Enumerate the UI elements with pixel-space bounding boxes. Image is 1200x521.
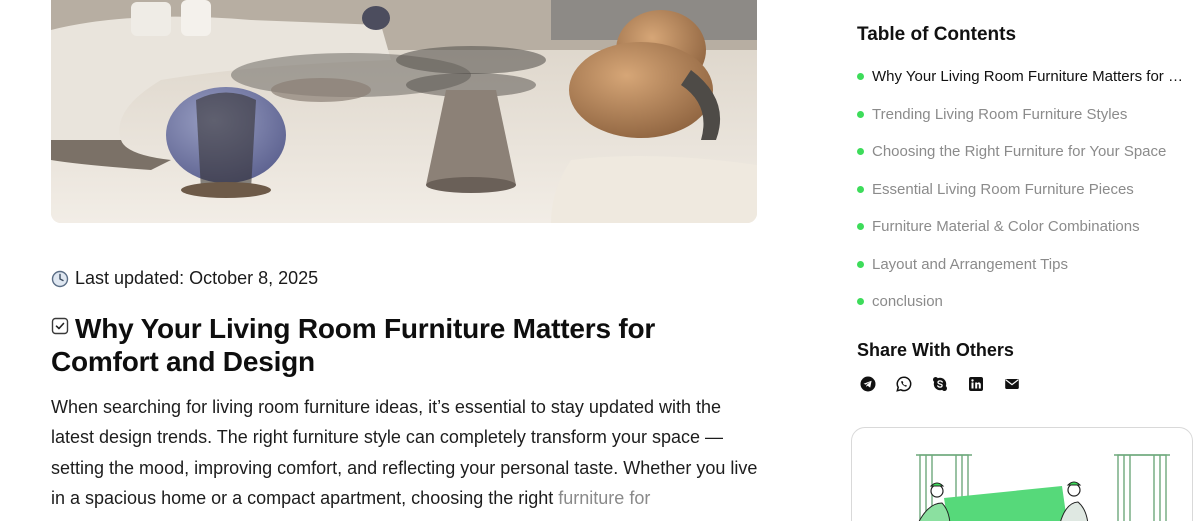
toc-item-label: conclusion [872,293,943,311]
furniture-delivery-illustration [916,454,1170,521]
article-paragraph: When searching for living room furniture… [51,392,763,513]
clock-icon [51,270,69,288]
article-heading-text: Why Your Living Room Furniture Matters f… [51,313,656,377]
toc-item-trending-styles[interactable]: Trending Living Room Furniture Styles [857,96,1184,134]
promo-card[interactable] [851,427,1193,521]
toc-item-label: Essential Living Room Furniture Pieces [872,180,1134,198]
toc-item-label: Why Your Living Room Furniture Matters f… [872,68,1184,86]
table-of-contents: Why Your Living Room Furniture Matters f… [857,58,1184,321]
whatsapp-icon [896,376,912,392]
toc-title: Table of Contents [857,24,1017,45]
toc-item-label: Layout and Arrangement Tips [872,255,1068,273]
toc-item-why-furniture-matters[interactable]: Why Your Living Room Furniture Matters f… [857,58,1184,96]
toc-item-label: Choosing the Right Furniture for Your Sp… [872,143,1167,161]
toc-item-label: Furniture Material & Color Combinations [872,218,1140,236]
toc-bullet-dot [857,73,864,81]
linkedin-icon [969,377,983,391]
share-buttons [860,376,1020,392]
share-linkedin-button[interactable] [968,376,984,392]
toc-item-label: Trending Living Room Furniture Styles [872,105,1128,123]
toc-bullet-dot [857,185,864,193]
toc-bullet-dot [857,298,864,306]
toc-bullet-dot [857,223,864,231]
toc-bullet-dot [857,148,864,156]
email-icon [1005,379,1019,389]
share-title: Share With Others [857,340,1014,360]
last-updated: Last updated: October 8, 2025 [51,268,318,289]
share-email-button[interactable] [1004,376,1020,392]
toc-item-essential-pieces[interactable]: Essential Living Room Furniture Pieces [857,171,1184,209]
checkbox-icon [51,309,69,335]
toc-item-layout-tips[interactable]: Layout and Arrangement Tips [857,246,1184,284]
last-updated-text: Last updated: October 8, 2025 [75,268,319,288]
toc-bullet-dot [857,110,864,118]
toc-item-material-color[interactable]: Furniture Material & Color Combinations [857,208,1184,246]
toc-item-conclusion[interactable]: conclusion [857,283,1184,321]
furniture-link[interactable]: furniture for [558,488,650,508]
skype-icon [933,377,947,391]
paragraph-text: When searching for living room furniture… [51,397,758,508]
toc-item-choosing-furniture[interactable]: Choosing the Right Furniture for Your Sp… [857,133,1184,171]
share-telegram-button[interactable] [860,376,876,392]
share-whatsapp-button[interactable] [896,376,912,392]
hero-image [51,0,757,223]
article-heading: Why Your Living Room Furniture Matters f… [51,309,731,378]
share-skype-button[interactable] [932,376,948,392]
telegram-icon [860,376,876,392]
toc-bullet-dot [857,260,864,268]
